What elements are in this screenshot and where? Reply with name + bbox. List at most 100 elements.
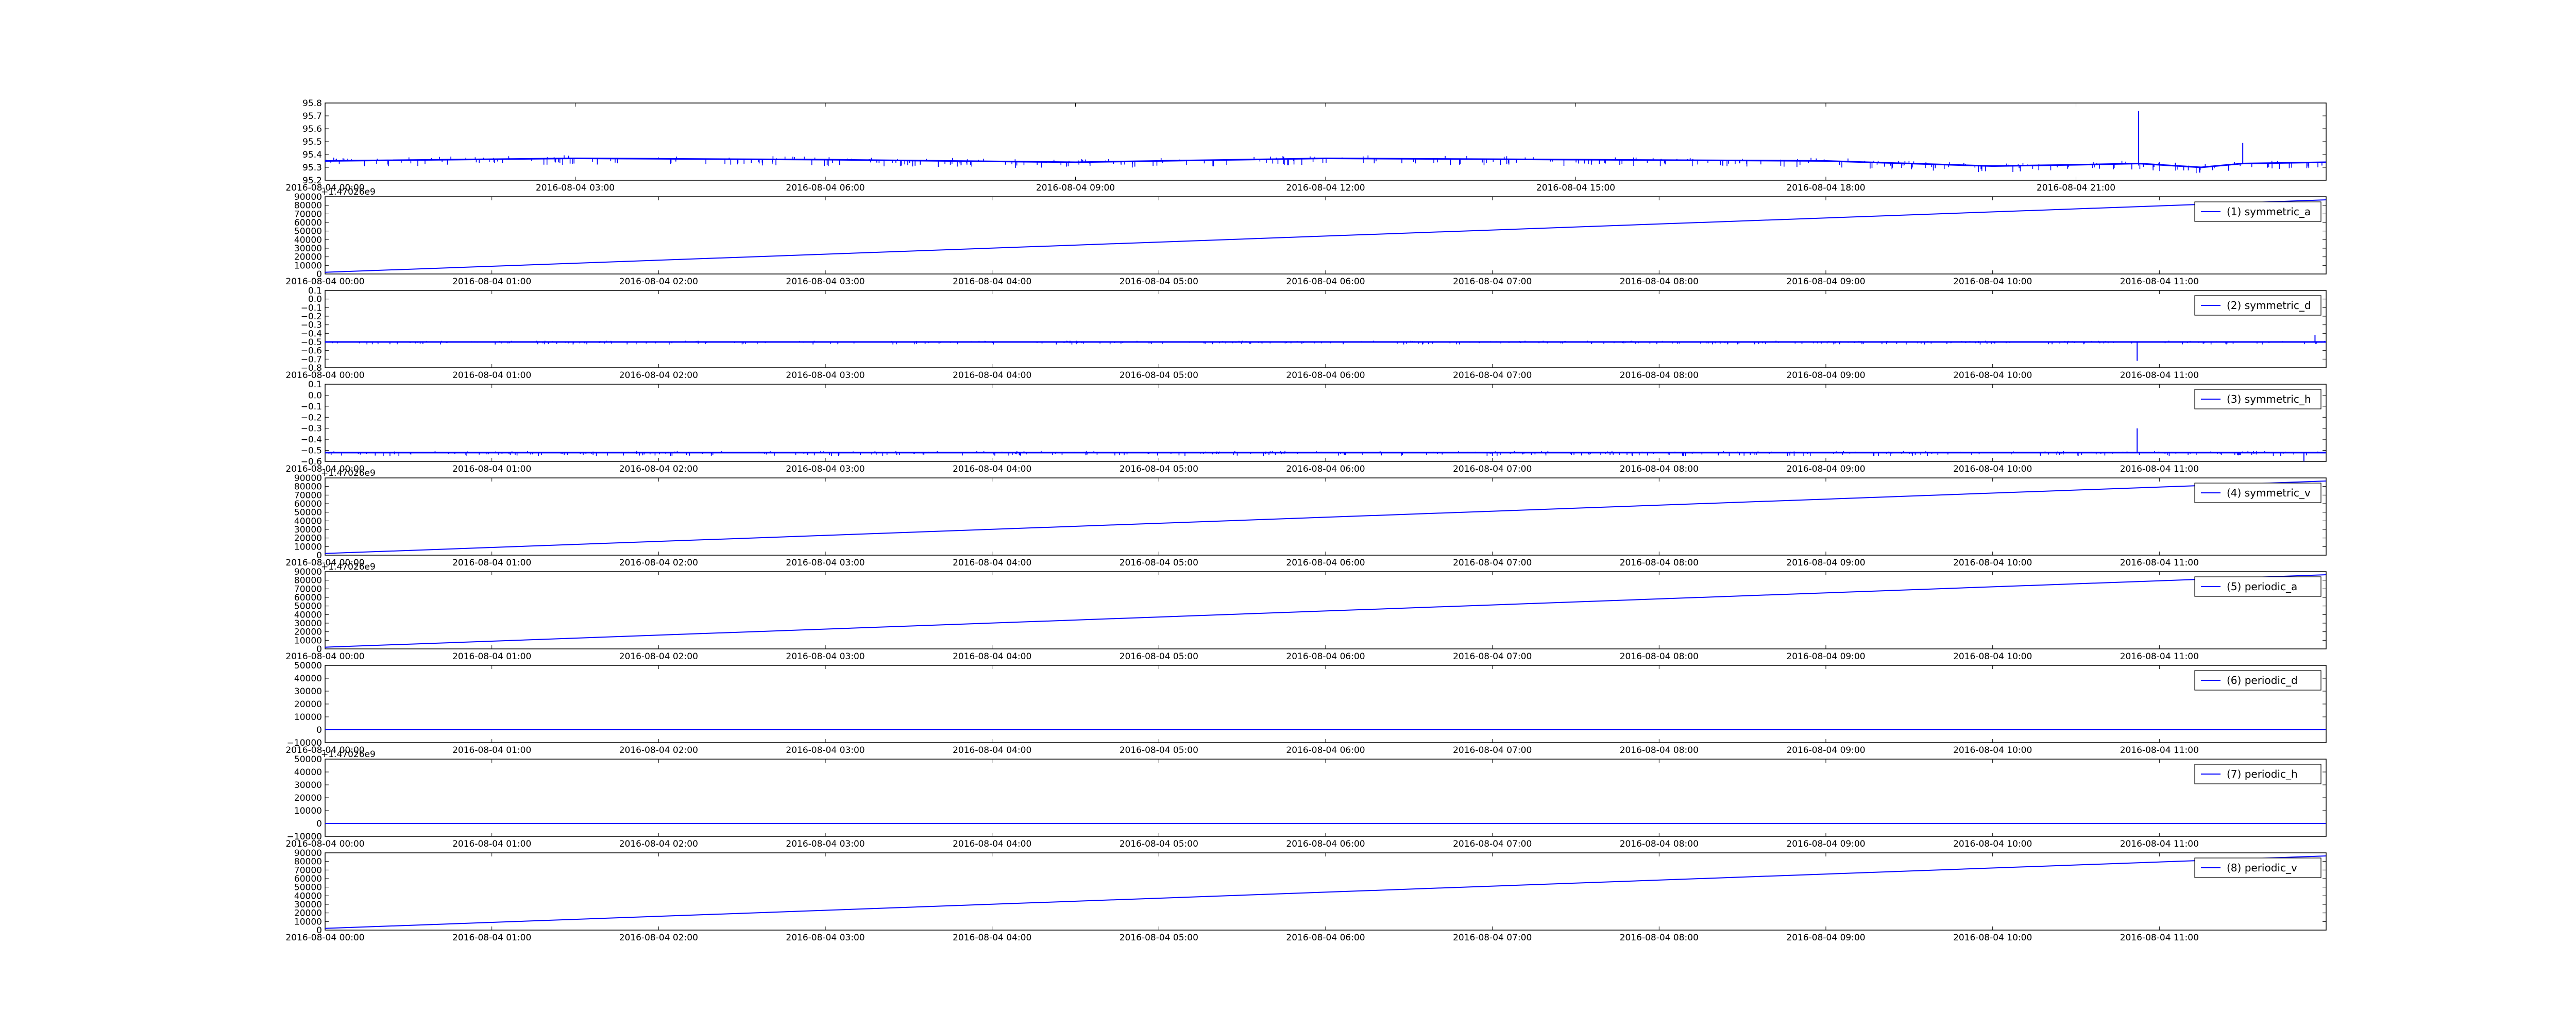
x-tick-label: 2016-08-04 01:00 — [452, 370, 531, 381]
x-tick-label: 2016-08-04 06:00 — [1286, 370, 1365, 381]
x-tick-label: 2016-08-04 02:00 — [619, 370, 698, 381]
x-tick-label: 2016-08-04 06:00 — [1286, 558, 1365, 568]
y-tick-label: 50000 — [294, 754, 322, 765]
x-tick-label: 2016-08-04 05:00 — [1120, 745, 1198, 756]
x-tick-label: 2016-08-04 09:00 — [1786, 558, 1865, 568]
subplot-6: 0100002000030000400005000060000700008000… — [285, 562, 2327, 662]
x-tick-label: 2016-08-04 03:00 — [786, 277, 865, 287]
x-tick-label: 2016-08-04 21:00 — [2037, 183, 2115, 193]
subplot-8: −10000010000200003000040000500002016-08-… — [285, 749, 2327, 849]
x-tick-label: 2016-08-04 01:00 — [452, 277, 531, 287]
x-tick-label: 2016-08-04 00:00 — [285, 370, 364, 381]
x-tick-label: 2016-08-04 12:00 — [1286, 183, 1365, 193]
x-tick-label: 2016-08-04 03:00 — [786, 464, 865, 474]
x-tick-label: 2016-08-04 08:00 — [1620, 464, 1699, 474]
x-tick-label: 2016-08-04 10:00 — [1953, 370, 2032, 381]
x-tick-label: 2016-08-04 05:00 — [1120, 464, 1198, 474]
legend: (5) periodic_a — [2194, 576, 2321, 597]
x-tick-label: 2016-08-04 06:00 — [786, 183, 865, 193]
x-tick-label: 2016-08-04 01:00 — [452, 558, 531, 568]
x-tick-label: 2016-08-04 00:00 — [285, 277, 364, 287]
plot-area — [325, 290, 2327, 368]
x-tick-label: 2016-08-04 05:00 — [1120, 839, 1198, 849]
y-tick-label: 0.1 — [308, 380, 322, 390]
x-tick-label: 2016-08-04 08:00 — [1620, 370, 1699, 381]
y-tick-label: 90000 — [294, 567, 322, 577]
plot-area — [325, 196, 2327, 274]
x-tick-label: 2016-08-04 10:00 — [1953, 745, 2032, 756]
x-tick-label: 2016-08-04 10:00 — [1953, 839, 2032, 849]
y-tick-label: 0 — [316, 819, 322, 829]
y-tick-label: 30000 — [294, 686, 322, 697]
y-tick-label: 20000 — [294, 699, 322, 710]
x-tick-label: 2016-08-04 04:00 — [953, 277, 1031, 287]
x-tick-label: 2016-08-04 02:00 — [619, 464, 698, 474]
legend-label: (1) symmetric_a — [2227, 205, 2311, 218]
x-tick-label: 2016-08-04 04:00 — [953, 839, 1031, 849]
x-tick-label: 2016-08-04 03:00 — [786, 745, 865, 756]
x-tick-label: 2016-08-04 10:00 — [1953, 277, 2032, 287]
plot-area — [325, 477, 2327, 556]
x-tick-label: 2016-08-04 01:00 — [452, 839, 531, 849]
y-tick-label: −0.3 — [301, 424, 322, 434]
x-tick-label: 2016-08-04 09:00 — [1786, 370, 1865, 381]
y-tick-label: 95.5 — [302, 137, 322, 147]
x-tick-label: 2016-08-04 04:00 — [953, 558, 1031, 568]
y-tick-label: 0.1 — [308, 286, 322, 296]
x-tick-label: 2016-08-04 09:00 — [1786, 745, 1865, 756]
legend: (7) periodic_h — [2194, 764, 2321, 784]
x-tick-label: 2016-08-04 07:00 — [1453, 277, 1532, 287]
x-tick-label: 2016-08-04 05:00 — [1120, 558, 1198, 568]
x-tick-label: 2016-08-04 01:00 — [452, 745, 531, 756]
y-offset-label: +1.47026e9 — [321, 468, 376, 478]
y-tick-label: 95.4 — [302, 150, 322, 160]
x-tick-label: 2016-08-04 10:00 — [1953, 933, 2032, 943]
y-offset-label: +1.47026e9 — [321, 562, 376, 572]
y-tick-label: 90000 — [294, 473, 322, 484]
x-tick-label: 2016-08-04 11:00 — [2120, 651, 2199, 662]
y-tick-label: 0 — [316, 725, 322, 735]
figure-canvas: 95.295.395.495.595.695.795.82016-08-04 0… — [285, 98, 2327, 943]
y-tick-label: 10000 — [294, 712, 322, 723]
y-tick-label: 0.0 — [308, 390, 322, 401]
x-tick-label: 2016-08-04 02:00 — [619, 651, 698, 662]
x-tick-label: 2016-08-04 01:00 — [452, 464, 531, 474]
x-tick-label: 2016-08-04 11:00 — [2120, 745, 2199, 756]
plot-area — [325, 759, 2327, 837]
plot-area — [325, 384, 2327, 462]
y-offset-label: +1.47026e9 — [321, 749, 376, 760]
x-tick-label: 2016-08-04 04:00 — [953, 464, 1031, 474]
legend: (2) symmetric_d — [2194, 295, 2321, 316]
y-tick-label: 90000 — [294, 848, 322, 859]
x-tick-label: 2016-08-04 07:00 — [1453, 839, 1532, 849]
x-tick-label: 2016-08-04 08:00 — [1620, 558, 1699, 568]
x-tick-label: 2016-08-04 04:00 — [953, 745, 1031, 756]
y-tick-label: −0.5 — [301, 446, 322, 456]
x-tick-label: 2016-08-04 05:00 — [1120, 370, 1198, 381]
x-tick-label: 2016-08-04 08:00 — [1620, 651, 1699, 662]
x-tick-label: 2016-08-04 09:00 — [1036, 183, 1115, 193]
subplot-1: 95.295.395.495.595.695.795.82016-08-04 0… — [285, 98, 2327, 193]
x-tick-label: 2016-08-04 18:00 — [1786, 183, 1865, 193]
x-tick-label: 2016-08-04 09:00 — [1786, 277, 1865, 287]
legend-label: (6) periodic_d — [2227, 674, 2298, 686]
x-tick-label: 2016-08-04 05:00 — [1120, 651, 1198, 662]
x-tick-label: 2016-08-04 07:00 — [1453, 370, 1532, 381]
x-tick-label: 2016-08-04 11:00 — [2120, 558, 2199, 568]
x-tick-label: 2016-08-04 02:00 — [619, 558, 698, 568]
y-tick-label: 50000 — [294, 661, 322, 671]
legend: (4) symmetric_v — [2194, 483, 2321, 503]
x-tick-label: 2016-08-04 09:00 — [1786, 933, 1865, 943]
x-tick-label: 2016-08-04 04:00 — [953, 651, 1031, 662]
y-tick-label: −0.1 — [301, 402, 322, 412]
x-tick-label: 2016-08-04 03:00 — [536, 183, 615, 193]
legend-label: (5) periodic_a — [2227, 580, 2297, 593]
x-tick-label: 2016-08-04 06:00 — [1286, 464, 1365, 474]
y-tick-label: 90000 — [294, 192, 322, 202]
y-tick-label: 10000 — [294, 806, 322, 816]
x-tick-label: 2016-08-04 07:00 — [1453, 558, 1532, 568]
legend-label: (3) symmetric_h — [2227, 393, 2311, 405]
x-tick-label: 2016-08-04 08:00 — [1620, 745, 1699, 756]
subplot-2: 0100002000030000400005000060000700008000… — [285, 187, 2327, 287]
x-tick-label: 2016-08-04 10:00 — [1953, 558, 2032, 568]
